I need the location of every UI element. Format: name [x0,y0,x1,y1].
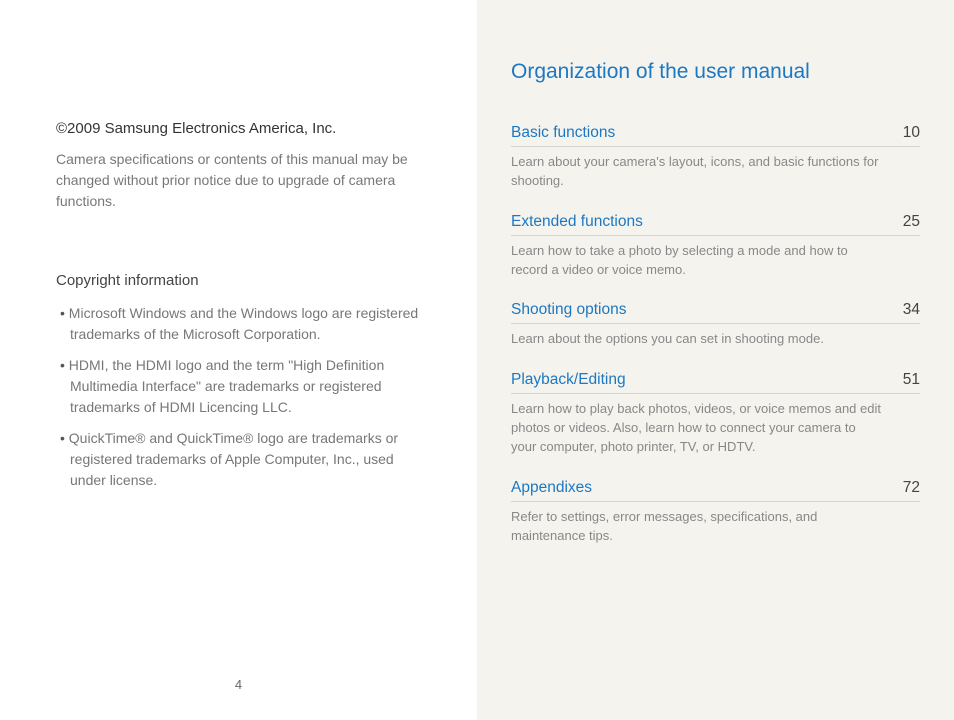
toc-name: Basic functions [511,124,615,142]
copyright-bullets: Microsoft Windows and the Windows logo a… [56,303,427,491]
toc-name: Shooting options [511,301,626,319]
toc-name: Extended functions [511,213,643,231]
toc-page: 51 [903,371,920,389]
toc-entry-appendixes: Appendixes 72 Refer to settings, error m… [511,479,920,546]
right-column: Organization of the user manual Basic fu… [477,0,954,720]
toc-desc: Learn about the options you can set in s… [511,330,881,349]
toc-name: Playback/Editing [511,371,626,389]
toc-desc: Learn how to play back photos, videos, o… [511,400,881,457]
toc-desc: Learn how to take a photo by selecting a… [511,242,881,280]
toc-head: Appendixes 72 [511,479,920,502]
manual-page: ©2009 Samsung Electronics America, Inc. … [0,0,954,720]
toc-page: 34 [903,301,920,319]
left-column: ©2009 Samsung Electronics America, Inc. … [0,0,477,720]
toc-head: Basic functions 10 [511,124,920,147]
toc-head: Shooting options 34 [511,301,920,324]
bullet-item: QuickTime® and QuickTime® logo are trade… [56,428,427,491]
toc-entry-extended-functions: Extended functions 25 Learn how to take … [511,213,920,280]
toc-title: Organization of the user manual [511,60,920,84]
change-notice: Camera specifications or contents of thi… [56,149,427,212]
toc-entry-shooting-options: Shooting options 34 Learn about the opti… [511,301,920,349]
toc-head: Playback/Editing 51 [511,371,920,394]
copyright-info-heading: Copyright information [56,272,427,289]
toc-desc: Learn about your camera's layout, icons,… [511,153,881,191]
bullet-item: Microsoft Windows and the Windows logo a… [56,303,427,345]
toc-page: 72 [903,479,920,497]
copyright-line: ©2009 Samsung Electronics America, Inc. [56,120,427,137]
toc-entry-playback-editing: Playback/Editing 51 Learn how to play ba… [511,371,920,457]
toc-page: 10 [903,124,920,142]
toc-entry-basic-functions: Basic functions 10 Learn about your came… [511,124,920,191]
page-number: 4 [235,677,242,692]
toc-name: Appendixes [511,479,592,497]
toc-head: Extended functions 25 [511,213,920,236]
toc-desc: Refer to settings, error messages, speci… [511,508,881,546]
toc-page: 25 [903,213,920,231]
bullet-item: HDMI, the HDMI logo and the term "High D… [56,355,427,418]
